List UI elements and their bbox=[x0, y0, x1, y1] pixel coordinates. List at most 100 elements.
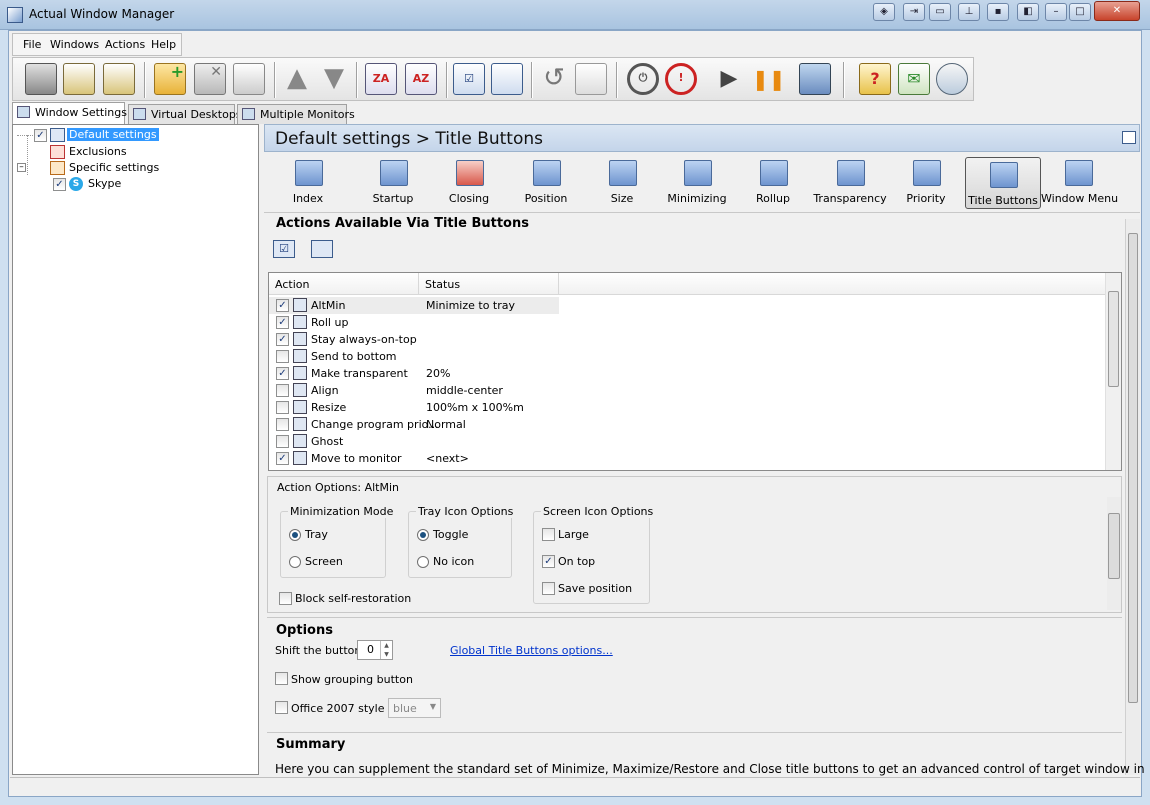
close-button[interactable]: ✕ bbox=[1094, 1, 1140, 21]
uncheck-all-icon[interactable] bbox=[311, 240, 333, 258]
list-item[interactable]: Make transparent 20% bbox=[269, 365, 1107, 382]
category-size[interactable]: Size bbox=[585, 156, 659, 208]
list-scrollbar[interactable] bbox=[1105, 273, 1121, 470]
stop-icon[interactable]: ! bbox=[665, 63, 697, 95]
list-item[interactable]: Move to monitor <next> bbox=[269, 450, 1107, 467]
profiles-icon[interactable] bbox=[103, 63, 135, 95]
list-item[interactable]: Roll up bbox=[269, 314, 1107, 331]
category-minimizing[interactable]: Minimizing bbox=[660, 156, 734, 208]
power-icon[interactable]: ⏻ bbox=[627, 63, 659, 95]
copy-icon[interactable] bbox=[233, 63, 265, 95]
minimize-to-tray-icon[interactable]: ▪ bbox=[987, 3, 1009, 21]
tab-multiple-monitors[interactable]: Multiple Monitors bbox=[237, 104, 355, 124]
row-checkbox[interactable] bbox=[276, 401, 289, 414]
category-title-buttons[interactable]: Title Buttons bbox=[965, 157, 1041, 209]
menu-help[interactable]: Help bbox=[151, 38, 176, 51]
check-all-icon[interactable]: ☑ bbox=[273, 240, 295, 258]
uncheck-all-icon[interactable] bbox=[491, 63, 523, 95]
save-position-checkbox[interactable] bbox=[542, 582, 555, 595]
tree-exclusions[interactable]: Exclusions bbox=[69, 145, 127, 158]
play-icon[interactable]: ▶ bbox=[713, 63, 745, 95]
list-item[interactable]: Change program prio... Normal bbox=[269, 416, 1107, 433]
maximize-button[interactable]: □ bbox=[1069, 3, 1091, 21]
office-style-select[interactable]: blue ▼ bbox=[388, 698, 441, 718]
row-checkbox[interactable] bbox=[276, 452, 289, 465]
shift-buttons-stepper[interactable]: 0 ▲ ▼ bbox=[357, 640, 393, 660]
row-checkbox[interactable] bbox=[276, 384, 289, 397]
minimize-button[interactable]: – bbox=[1045, 3, 1067, 21]
email-icon[interactable]: ✉ bbox=[898, 63, 930, 95]
help-icon[interactable]: ? bbox=[859, 63, 891, 95]
list-item[interactable]: Align middle-center bbox=[269, 382, 1107, 399]
list-item[interactable]: Ghost bbox=[269, 433, 1107, 450]
list-item[interactable]: Send to bottom bbox=[269, 348, 1107, 365]
restore-pane-icon[interactable] bbox=[1122, 131, 1136, 144]
category-rollup[interactable]: Rollup bbox=[736, 156, 810, 208]
tree-specific-settings[interactable]: Specific settings bbox=[69, 161, 159, 174]
sort-az-icon[interactable]: ZA bbox=[365, 63, 397, 95]
tree-skype[interactable]: Skype bbox=[88, 177, 121, 190]
support-icon[interactable] bbox=[936, 63, 968, 95]
row-checkbox[interactable] bbox=[276, 316, 289, 329]
stepper-arrows-icon[interactable]: ▲ ▼ bbox=[380, 641, 392, 659]
pause-icon[interactable]: ❚❚ bbox=[752, 63, 786, 95]
move-down-icon[interactable]: ▼ bbox=[318, 63, 350, 95]
toggle-radio[interactable] bbox=[417, 529, 429, 541]
check-all-icon[interactable]: ☑ bbox=[453, 63, 485, 95]
sort-za-icon[interactable]: AZ bbox=[405, 63, 437, 95]
tools-icon[interactable] bbox=[799, 63, 831, 95]
row-checkbox[interactable] bbox=[276, 435, 289, 448]
stay-on-top-icon[interactable]: ⊥ bbox=[958, 3, 980, 21]
skype-checkbox[interactable] bbox=[53, 178, 66, 191]
tree-default-settings[interactable]: Default settings bbox=[67, 128, 159, 141]
vertical-scrollbar[interactable] bbox=[1125, 219, 1140, 775]
category-closing[interactable]: Closing bbox=[432, 156, 506, 208]
list-item[interactable]: Resize 100%m x 100%m bbox=[269, 399, 1107, 416]
category-priority[interactable]: Priority bbox=[889, 156, 963, 208]
rollup-title-icon[interactable]: ▭ bbox=[929, 3, 951, 21]
shift-buttons-label: Shift the buttons bbox=[275, 644, 368, 657]
screen-radio[interactable] bbox=[289, 556, 301, 568]
row-checkbox[interactable] bbox=[276, 299, 289, 312]
global-title-buttons-link[interactable]: Global Title Buttons options... bbox=[450, 644, 613, 657]
category-transparency[interactable]: Transparency bbox=[813, 156, 887, 208]
menu-windows[interactable]: Windows bbox=[50, 38, 99, 51]
column-status[interactable]: Status bbox=[419, 273, 559, 295]
default-settings-checkbox[interactable] bbox=[34, 129, 47, 142]
collapse-icon[interactable]: – bbox=[17, 163, 26, 172]
office-style-checkbox[interactable] bbox=[275, 701, 288, 714]
import-icon[interactable] bbox=[575, 63, 607, 95]
tab-virtual-desktops[interactable]: Virtual Desktops bbox=[128, 104, 242, 124]
row-checkbox[interactable] bbox=[276, 418, 289, 431]
resize-icon bbox=[293, 400, 307, 414]
show-grouping-checkbox[interactable] bbox=[275, 672, 288, 685]
add-icon[interactable]: + bbox=[154, 62, 186, 95]
tab-window-settings[interactable]: Window Settings bbox=[12, 102, 127, 124]
category-startup[interactable]: Startup bbox=[356, 156, 430, 208]
row-checkbox[interactable] bbox=[276, 333, 289, 346]
menu-actions[interactable]: Actions bbox=[105, 38, 145, 51]
save-icon[interactable] bbox=[25, 63, 57, 95]
column-action[interactable]: Action bbox=[269, 273, 419, 295]
list-item[interactable]: AltMin Minimize to tray bbox=[269, 297, 1107, 314]
row-checkbox[interactable] bbox=[276, 367, 289, 380]
restore-title-icon[interactable]: ⇥ bbox=[903, 3, 925, 21]
pin-icon[interactable]: ◈ bbox=[873, 3, 895, 21]
block-self-restoration-checkbox[interactable] bbox=[279, 592, 292, 605]
large-checkbox[interactable] bbox=[542, 528, 555, 541]
menu-file[interactable]: File bbox=[23, 38, 41, 51]
move-up-icon[interactable]: ▲ bbox=[281, 63, 313, 95]
no-icon-radio[interactable] bbox=[417, 556, 429, 568]
row-checkbox[interactable] bbox=[276, 350, 289, 363]
options-scrollbar[interactable] bbox=[1107, 497, 1121, 610]
undo-icon[interactable]: ↺ bbox=[538, 63, 570, 95]
category-window-menu[interactable]: Window Menu bbox=[1041, 156, 1118, 208]
tray-radio[interactable] bbox=[289, 529, 301, 541]
profile-icon[interactable] bbox=[63, 63, 95, 95]
on-top-checkbox[interactable] bbox=[542, 555, 555, 568]
delete-icon[interactable]: ✕ bbox=[194, 63, 226, 95]
category-position[interactable]: Position bbox=[509, 156, 583, 208]
list-item[interactable]: Stay always-on-top bbox=[269, 331, 1107, 348]
category-index[interactable]: Index bbox=[271, 156, 345, 208]
transparency-icon[interactable]: ◧ bbox=[1017, 3, 1039, 21]
